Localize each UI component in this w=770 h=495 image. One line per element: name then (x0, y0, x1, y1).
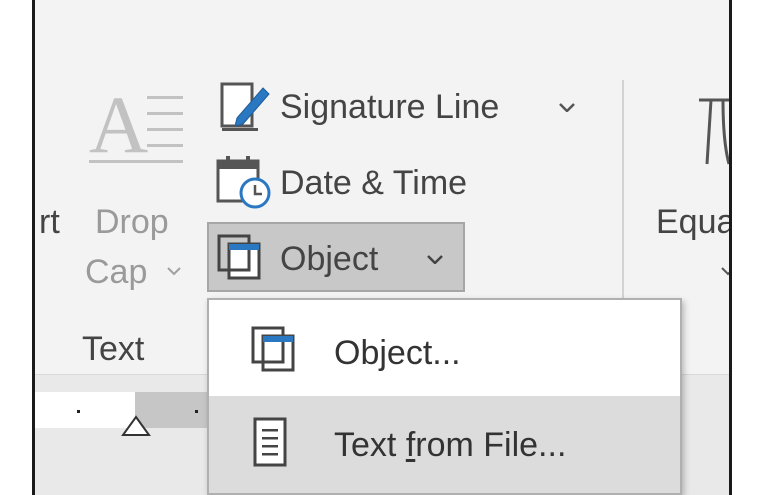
menu-item-label: Object... (334, 334, 461, 372)
chevron-down-icon (721, 267, 729, 276)
access-key: f (405, 426, 416, 464)
drop-cap-label-line1: Drop (95, 203, 169, 241)
drop-cap-label-line2: Cap (85, 253, 148, 291)
date-time-label: Date & Time (280, 164, 468, 202)
label-part: Text (334, 426, 406, 464)
indent-marker-icon[interactable] (121, 415, 151, 437)
menu-item-object[interactable]: Object... (209, 304, 680, 400)
text-file-icon (253, 417, 287, 467)
equation-label: Equa (656, 203, 732, 241)
object-dropdown-menu: Object... Text from File... (207, 298, 682, 495)
ruler-tick (77, 410, 80, 413)
object-icon (217, 234, 261, 280)
group-label-text: Text (82, 330, 145, 368)
ruler-tick (195, 410, 198, 413)
chevron-down-icon[interactable] (427, 254, 443, 264)
chevron-down-icon (167, 267, 181, 276)
calendar-clock-icon (216, 156, 271, 209)
signature-line-icon (220, 82, 270, 131)
label-part: rom File... (415, 426, 567, 464)
drop-cap-icon: A (89, 82, 183, 168)
object-label: Object (280, 240, 379, 278)
equation-icon (699, 98, 729, 165)
menu-item-text-from-file[interactable]: Text from File... (209, 396, 680, 493)
svg-text:A: A (89, 82, 148, 168)
ruler-margin (35, 392, 135, 428)
chevron-down-icon[interactable] (559, 102, 575, 112)
group-separator (622, 80, 624, 330)
app-frame: rt A Drop Cap Text Signature Line Date &… (32, 0, 732, 495)
object-icon (251, 326, 295, 372)
menu-item-label: Text from File... (334, 426, 566, 465)
partial-button-label[interactable]: rt (39, 205, 60, 239)
signature-line-label: Signature Line (280, 88, 500, 126)
